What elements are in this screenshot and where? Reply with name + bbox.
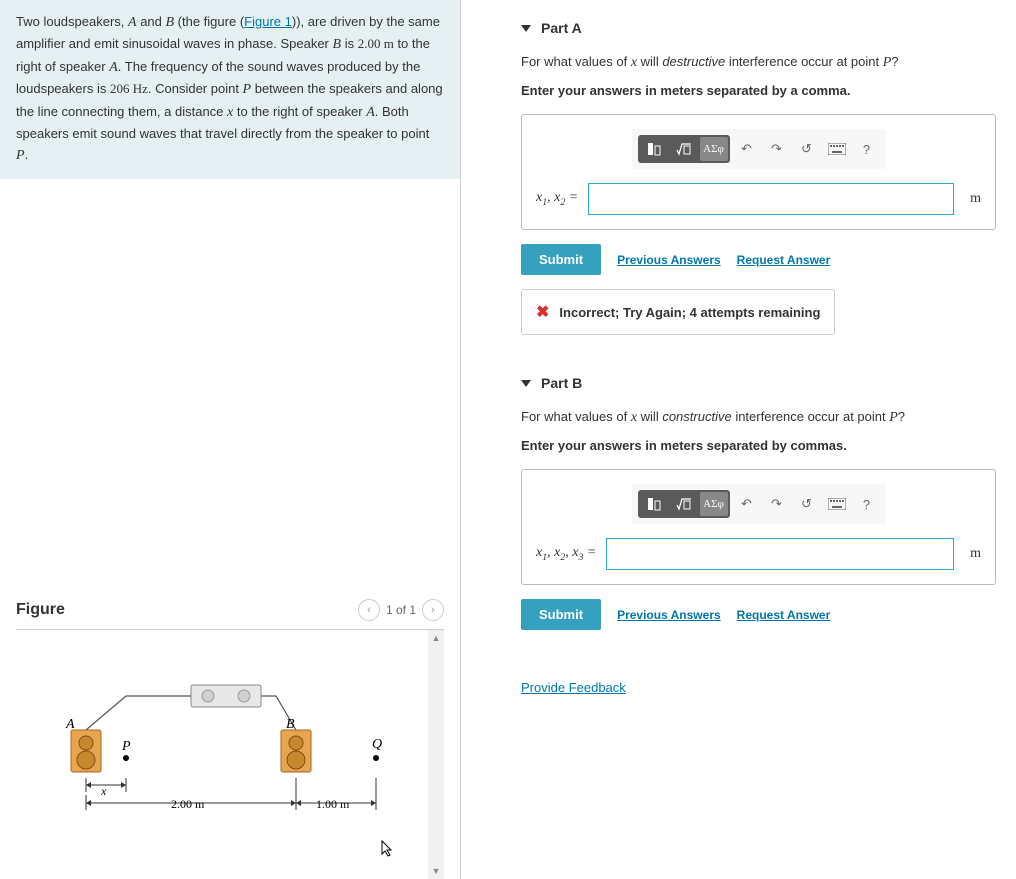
greek-icon[interactable]: ΑΣφ bbox=[700, 137, 728, 161]
part-b-body: For what values of x will constructive i… bbox=[521, 407, 996, 630]
reset-icon[interactable]: ↺ bbox=[794, 137, 820, 161]
part-a-title: Part A bbox=[541, 20, 582, 36]
var-a: A bbox=[128, 15, 137, 30]
part-b-answer-box: ΑΣφ ↶ ↷ ↺ ? x1, x2, x3 = m bbox=[521, 469, 996, 585]
figure-next-button[interactable]: › bbox=[422, 599, 444, 621]
part-b-question: For what values of x will constructive i… bbox=[521, 407, 996, 428]
feedback-text: Incorrect; Try Again; 4 attempts remaini… bbox=[559, 305, 820, 320]
part-a-request-answer-link[interactable]: Request Answer bbox=[737, 253, 831, 267]
distance-ab: 2.00 m bbox=[358, 36, 394, 51]
help-icon[interactable]: ? bbox=[854, 492, 880, 516]
label-a: A bbox=[65, 717, 75, 732]
reset-icon[interactable]: ↺ bbox=[794, 492, 820, 516]
collapse-icon bbox=[521, 25, 531, 32]
figure-counter: 1 of 1 bbox=[386, 603, 416, 617]
part-a-instruction: Enter your answers in meters separated b… bbox=[521, 83, 996, 98]
provide-feedback-link[interactable]: Provide Feedback bbox=[521, 680, 626, 695]
part-a-answer-box: ΑΣφ ↶ ↷ ↺ ? x1, x2 = m bbox=[521, 114, 996, 230]
label-1m: 1.00 m bbox=[316, 797, 350, 811]
part-a-body: For what values of x will destructive in… bbox=[521, 52, 996, 335]
label-2m: 2.00 m bbox=[171, 797, 205, 811]
label-x: x bbox=[100, 784, 107, 798]
sqrt-icon[interactable] bbox=[670, 492, 698, 516]
text: Two loudspeakers, bbox=[16, 14, 128, 29]
collapse-icon bbox=[521, 380, 531, 387]
part-a-feedback: ✖ Incorrect; Try Again; 4 attempts remai… bbox=[521, 289, 835, 335]
incorrect-icon: ✖ bbox=[536, 302, 549, 322]
help-icon[interactable]: ? bbox=[854, 137, 880, 161]
part-b-title: Part B bbox=[541, 375, 582, 391]
figure-prev-button[interactable]: ‹ bbox=[358, 599, 380, 621]
part-b-unit: m bbox=[970, 546, 981, 562]
var-p: P bbox=[243, 82, 252, 97]
keyboard-icon[interactable] bbox=[824, 492, 850, 516]
label-q: Q bbox=[372, 737, 382, 752]
part-a-vars-label: x1, x2 = bbox=[536, 190, 578, 208]
equation-toolbar: ΑΣφ ↶ ↷ ↺ ? bbox=[632, 484, 886, 524]
part-a-unit: m bbox=[970, 191, 981, 207]
frequency: 206 Hz bbox=[110, 81, 148, 96]
redo-icon[interactable]: ↷ bbox=[764, 137, 790, 161]
undo-icon[interactable]: ↶ bbox=[734, 137, 760, 161]
scroll-up-icon[interactable]: ▲ bbox=[428, 630, 444, 646]
cursor-icon bbox=[381, 840, 395, 858]
figure-scrollbar[interactable]: ▲ ▼ bbox=[428, 630, 444, 879]
part-b-header[interactable]: Part B bbox=[521, 375, 996, 391]
figure-panel: Figure ‹ 1 of 1 › bbox=[0, 599, 460, 879]
figure-link[interactable]: Figure 1 bbox=[244, 14, 292, 29]
redo-icon[interactable]: ↷ bbox=[764, 492, 790, 516]
keyboard-icon[interactable] bbox=[824, 137, 850, 161]
part-a-question: For what values of x will destructive in… bbox=[521, 52, 996, 73]
part-a-submit-button[interactable]: Submit bbox=[521, 244, 601, 275]
figure-title: Figure bbox=[16, 601, 65, 619]
sqrt-icon[interactable] bbox=[670, 137, 698, 161]
part-b-vars-label: x1, x2, x3 = bbox=[536, 545, 596, 563]
part-a-header[interactable]: Part A bbox=[521, 20, 996, 36]
part-b-submit-button[interactable]: Submit bbox=[521, 599, 601, 630]
part-b-instruction: Enter your answers in meters separated b… bbox=[521, 438, 996, 453]
scroll-down-icon[interactable]: ▼ bbox=[428, 863, 444, 879]
undo-icon[interactable]: ↶ bbox=[734, 492, 760, 516]
label-b: B bbox=[286, 717, 295, 732]
label-p: P bbox=[121, 739, 131, 754]
problem-statement: Two loudspeakers, A and B (the figure (F… bbox=[0, 0, 460, 179]
template-icon[interactable] bbox=[640, 492, 668, 516]
greek-icon[interactable]: ΑΣφ bbox=[700, 492, 728, 516]
template-icon[interactable] bbox=[640, 137, 668, 161]
part-a-previous-answers-link[interactable]: Previous Answers bbox=[617, 253, 721, 267]
var-b: B bbox=[166, 15, 175, 30]
figure-diagram: A B P Q bbox=[16, 630, 436, 860]
part-a-input[interactable] bbox=[588, 183, 954, 215]
part-b-request-answer-link[interactable]: Request Answer bbox=[737, 608, 831, 622]
part-b-previous-answers-link[interactable]: Previous Answers bbox=[617, 608, 721, 622]
equation-toolbar: ΑΣφ ↶ ↷ ↺ ? bbox=[632, 129, 886, 169]
part-b-input[interactable] bbox=[606, 538, 954, 570]
